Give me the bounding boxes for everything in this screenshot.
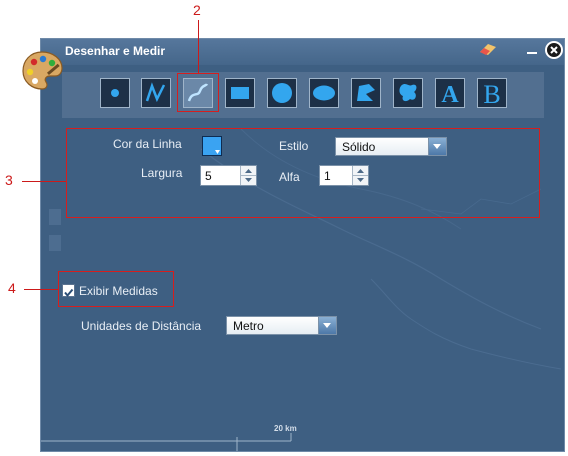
polygon-tool[interactable] xyxy=(351,78,381,108)
callout-4-number: 4 xyxy=(8,280,16,296)
line-color-label: Cor da Linha xyxy=(113,137,182,151)
svg-text:A: A xyxy=(441,82,459,107)
show-measures-checkbox[interactable] xyxy=(62,284,75,298)
callout-2-line xyxy=(198,20,199,73)
window-title: Desenhar e Medir xyxy=(65,44,166,58)
style-select[interactable]: Sólido xyxy=(335,137,447,156)
text-tool[interactable]: A xyxy=(435,78,465,108)
width-label: Largura xyxy=(141,166,183,180)
distance-units-select[interactable]: Metro xyxy=(226,316,337,335)
map-scale-label: 20 km xyxy=(274,424,297,433)
alpha-stepper-arrows[interactable] xyxy=(352,166,368,185)
point-tool[interactable] xyxy=(100,78,130,108)
distance-units-value: Metro xyxy=(233,319,264,333)
alpha-stepper[interactable]: 1 xyxy=(319,165,369,186)
style-select-value: Sólido xyxy=(342,140,376,154)
text-tool-b[interactable]: B xyxy=(477,78,507,108)
minimize-icon[interactable] xyxy=(526,44,538,56)
callout-3-line xyxy=(22,181,66,182)
ellipse-icon xyxy=(313,85,335,101)
polyline-tool[interactable] xyxy=(141,78,171,108)
alpha-value: 1 xyxy=(324,169,331,183)
callout-2-number: 2 xyxy=(193,2,201,18)
ellipse-tool[interactable] xyxy=(309,78,339,108)
stepper-arrows-icon xyxy=(241,169,256,182)
palette-icon xyxy=(22,51,63,90)
style-label: Estilo xyxy=(279,139,309,153)
circle-tool[interactable] xyxy=(267,78,297,108)
stepper-arrows-icon xyxy=(353,169,368,182)
checkmark-icon xyxy=(64,288,74,298)
callout-4-line xyxy=(24,289,58,290)
color-dropdown-icon xyxy=(215,150,220,154)
show-measures-label[interactable]: Exibir Medidas xyxy=(79,284,158,298)
distance-units-label: Unidades de Distância xyxy=(81,319,202,333)
width-stepper-arrows[interactable] xyxy=(240,166,256,185)
width-stepper[interactable]: 5 xyxy=(200,165,257,186)
circle-icon xyxy=(272,83,292,103)
polyline-icon xyxy=(145,82,166,103)
rectangle-icon xyxy=(231,87,249,99)
freehand-polygon-icon xyxy=(399,84,417,102)
alpha-label: Alfa xyxy=(279,170,300,184)
eraser-icon[interactable] xyxy=(478,42,498,56)
text-a-icon: A xyxy=(441,82,459,107)
freehand-polygon-tool[interactable] xyxy=(393,78,423,108)
text-b-icon: B xyxy=(483,80,500,107)
chevron-down-icon[interactable] xyxy=(318,317,336,334)
close-icon[interactable] xyxy=(544,40,564,60)
point-icon xyxy=(111,89,119,97)
width-value: 5 xyxy=(205,169,212,183)
polygon-icon xyxy=(357,84,375,101)
svg-text:B: B xyxy=(483,80,500,107)
callout-3-number: 3 xyxy=(5,172,13,188)
rectangle-tool[interactable] xyxy=(225,78,255,108)
callout-2-box xyxy=(177,73,219,112)
draw-toolbar xyxy=(62,72,544,118)
chevron-down-icon[interactable] xyxy=(428,138,446,155)
